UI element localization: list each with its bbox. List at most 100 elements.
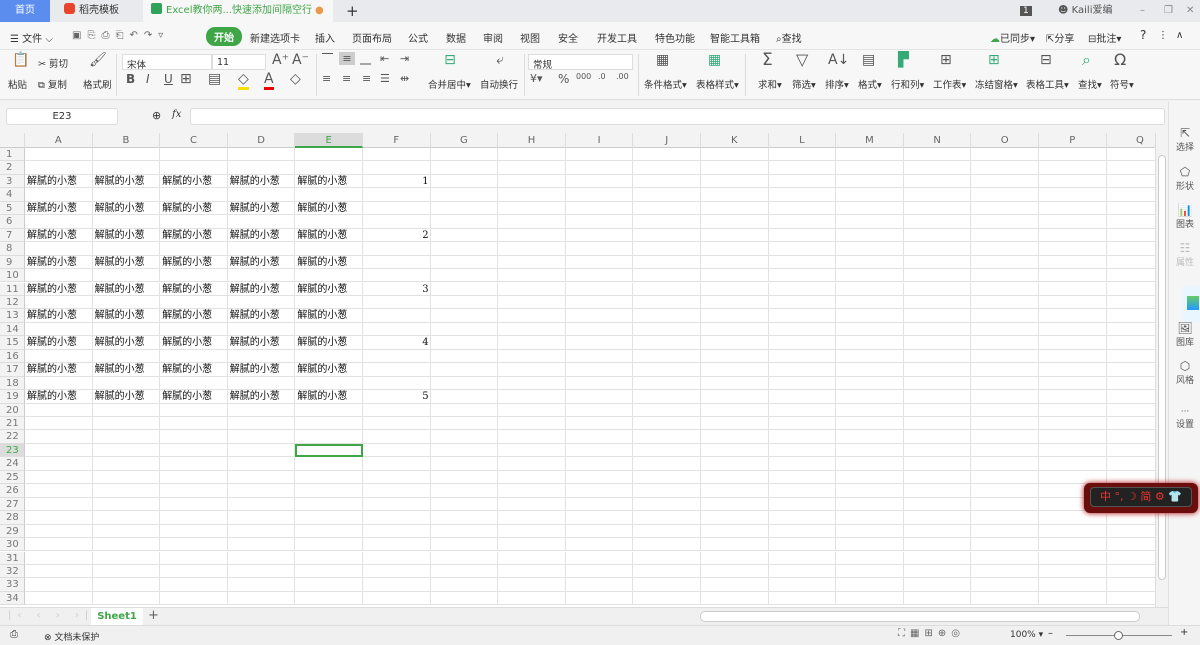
increase-decimal-icon[interactable]: .0 [598, 72, 606, 81]
row-header[interactable]: 33 [0, 578, 25, 592]
cell[interactable] [25, 430, 93, 444]
cell[interactable] [701, 322, 769, 337]
cell[interactable] [430, 376, 499, 391]
cell[interactable] [227, 295, 296, 310]
cell[interactable] [227, 578, 296, 592]
cell[interactable] [25, 564, 93, 579]
cell[interactable] [836, 363, 904, 377]
cell[interactable] [295, 148, 363, 162]
cell[interactable] [633, 363, 701, 377]
cell[interactable] [633, 269, 701, 283]
cell[interactable] [565, 551, 634, 565]
select-all-corner[interactable] [0, 133, 25, 148]
cell[interactable] [92, 430, 161, 444]
cell[interactable] [430, 564, 499, 579]
cell[interactable] [25, 215, 93, 229]
align-bottom-icon[interactable]: ⎽ [360, 52, 371, 66]
row-header[interactable]: 15 [0, 336, 25, 350]
cell[interactable] [25, 524, 93, 539]
cell[interactable] [633, 309, 701, 323]
cell[interactable] [903, 242, 972, 256]
cell[interactable] [903, 430, 972, 444]
row-header[interactable]: 17 [0, 363, 25, 377]
bold-icon[interactable]: B [126, 72, 135, 86]
cell[interactable] [971, 201, 1039, 216]
help-icon[interactable]: ? [1140, 28, 1146, 42]
cell[interactable] [971, 188, 1039, 202]
number-format-select[interactable]: 常规 [528, 54, 633, 71]
cell[interactable] [903, 336, 972, 350]
sidebar-select[interactable]: ⇱ 选择 [1169, 126, 1200, 153]
cell-value[interactable]: 解腻的小葱 [160, 175, 228, 188]
row-header[interactable]: 10 [0, 269, 25, 283]
cell[interactable] [160, 188, 228, 202]
cell[interactable] [633, 497, 701, 512]
view-mode-icons[interactable]: ⛶▦⊞⊕◎ [898, 628, 965, 639]
menu-page-layout[interactable]: 页面布局 [352, 30, 392, 45]
cell[interactable] [363, 295, 431, 310]
cell[interactable] [430, 309, 499, 323]
zoom-out-button[interactable]: – [1048, 628, 1053, 639]
cell[interactable] [430, 188, 499, 202]
cell[interactable] [1106, 148, 1155, 162]
cell[interactable] [768, 390, 837, 404]
cell[interactable] [1039, 188, 1107, 202]
cell[interactable] [1106, 592, 1155, 606]
cell[interactable] [1039, 430, 1107, 444]
cell[interactable] [565, 282, 634, 296]
cell[interactable] [430, 417, 499, 431]
cell[interactable] [25, 470, 93, 485]
cell[interactable] [971, 443, 1039, 458]
cell[interactable] [971, 511, 1039, 525]
cell[interactable] [565, 349, 634, 364]
cell[interactable] [768, 228, 837, 243]
cell[interactable] [836, 591, 904, 606]
cell[interactable] [363, 349, 431, 364]
sheet-nav-arrows[interactable]: |‹ ‹ › ›| [8, 610, 94, 621]
cell[interactable] [565, 484, 634, 498]
new-tab-button[interactable]: + [338, 0, 359, 22]
cell[interactable] [430, 551, 499, 565]
cell[interactable] [903, 497, 972, 512]
cell[interactable] [1039, 201, 1107, 216]
cell[interactable] [1039, 457, 1107, 471]
sidebar-shape[interactable]: ⬠ 形状 [1169, 165, 1200, 192]
cell[interactable] [836, 161, 904, 175]
cell[interactable] [227, 242, 296, 256]
cell[interactable] [498, 578, 566, 592]
cell-value[interactable]: 解腻的小葱 [160, 336, 228, 349]
cell[interactable] [701, 215, 769, 229]
cell[interactable] [768, 322, 837, 337]
cell[interactable] [92, 295, 161, 310]
indent-increase-icon[interactable]: ⇥ [400, 52, 409, 65]
font-name-select[interactable]: 宋体 [122, 54, 212, 71]
format-painter-icon[interactable]: 🖌 [87, 52, 109, 68]
cell[interactable] [768, 269, 837, 283]
cell-value[interactable]: 解腻的小葱 [93, 202, 161, 215]
cell[interactable] [498, 295, 566, 310]
cell[interactable] [92, 148, 161, 162]
cell[interactable] [836, 497, 904, 512]
cell[interactable] [363, 376, 431, 391]
cell[interactable] [633, 242, 701, 256]
cell[interactable] [565, 443, 634, 458]
comment-button[interactable]: ⊟批注▾ [1088, 30, 1121, 45]
spreadsheet-grid[interactable]: A B C D E F G H I J K L M N O P Q 1 2 3 4 5 6 7 8 9 10 11 12 13 14 15 16… [0, 133, 1155, 607]
column-header-F[interactable]: F [363, 133, 431, 148]
column-header-G[interactable]: G [430, 133, 499, 148]
row-header[interactable]: 1 [0, 148, 25, 162]
cell[interactable] [633, 349, 701, 364]
cell[interactable] [1039, 390, 1107, 404]
cell[interactable] [903, 443, 972, 458]
cell[interactable] [25, 242, 93, 256]
cell[interactable] [971, 161, 1039, 175]
floating-assistant-icon[interactable] [1183, 286, 1200, 322]
menu-review[interactable]: 审阅 [483, 30, 503, 45]
cell[interactable] [971, 215, 1039, 229]
cell-value[interactable]: 解腻的小葱 [295, 390, 363, 403]
cell[interactable] [633, 403, 701, 417]
cell[interactable] [565, 390, 634, 404]
cell[interactable] [836, 242, 904, 256]
cell[interactable] [227, 417, 296, 431]
row-header[interactable]: 8 [0, 242, 25, 256]
